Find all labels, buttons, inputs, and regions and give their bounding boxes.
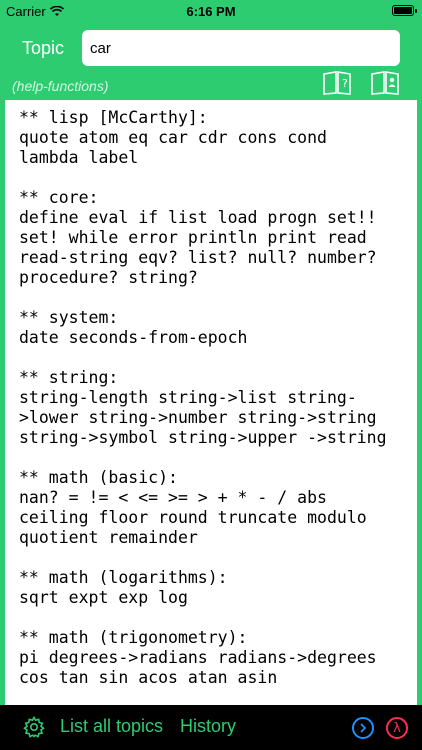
next-button[interactable] (352, 717, 374, 739)
section-heading: ** string: (19, 368, 119, 387)
book-person-icon (371, 71, 399, 95)
section-heading: ** lisp [McCarthy]: (19, 108, 208, 127)
section-heading: ** core: (19, 188, 99, 207)
help-content-panel[interactable]: ** lisp [McCarthy]: quote atom eq car cd… (5, 100, 417, 705)
section-heading: ** system: (19, 308, 119, 327)
status-time: 6:16 PM (186, 4, 236, 19)
battery-icon (392, 5, 417, 16)
gear-icon[interactable] (22, 715, 46, 739)
topic-label: Topic (22, 38, 65, 58)
section-heading: ** math (basic): (19, 468, 178, 487)
history-button[interactable]: History (180, 716, 236, 737)
section-core: ** core: define eval if list load progn … (19, 188, 403, 288)
status-bar: Carrier 6:16 PM (0, 0, 422, 22)
book-question-icon: ? (323, 71, 351, 95)
topic-search-input[interactable] (82, 30, 400, 66)
section-system: ** system: date seconds-from-epoch (19, 308, 403, 348)
section-math-logarithms: ** math (logarithms): sqrt expt exp log (19, 568, 403, 608)
section-math-trigonometry: ** math (trigonometry): pi degrees->radi… (19, 628, 403, 688)
section-math-basic: ** math (basic): nan? = != < <= >= > + *… (19, 468, 403, 548)
section-string: ** string: string-length string->list st… (19, 368, 403, 448)
bottom-toolbar: List all topics History λ (0, 705, 422, 750)
chevron-right-circle-icon (360, 723, 367, 733)
section-body: sqrt expt exp log (19, 588, 188, 607)
section-body: string-length string->list string- >lowe… (19, 388, 387, 447)
section-body: pi degrees->radians radians->degrees cos… (19, 648, 377, 687)
section-body: nan? = != < <= >= > + * - / abs ceiling … (19, 488, 367, 547)
svg-text:?: ? (342, 77, 348, 90)
lambda-icon: λ (393, 720, 401, 736)
lambda-button[interactable]: λ (386, 717, 408, 739)
book-person-button[interactable] (370, 70, 400, 96)
section-heading: ** math (trigonometry): (19, 628, 248, 647)
section-lisp: ** lisp [McCarthy]: quote atom eq car cd… (19, 108, 403, 168)
section-body: date seconds-from-epoch (19, 328, 248, 347)
help-functions-hint: (help-functions) (12, 78, 109, 94)
section-body: quote atom eq car cdr cons cond lambda l… (19, 128, 327, 167)
book-question-button[interactable]: ? (322, 70, 352, 96)
list-all-topics-button[interactable]: List all topics (60, 716, 163, 737)
section-heading: ** math (logarithms): (19, 568, 228, 587)
section-body: define eval if list load progn set!! set… (19, 208, 377, 287)
